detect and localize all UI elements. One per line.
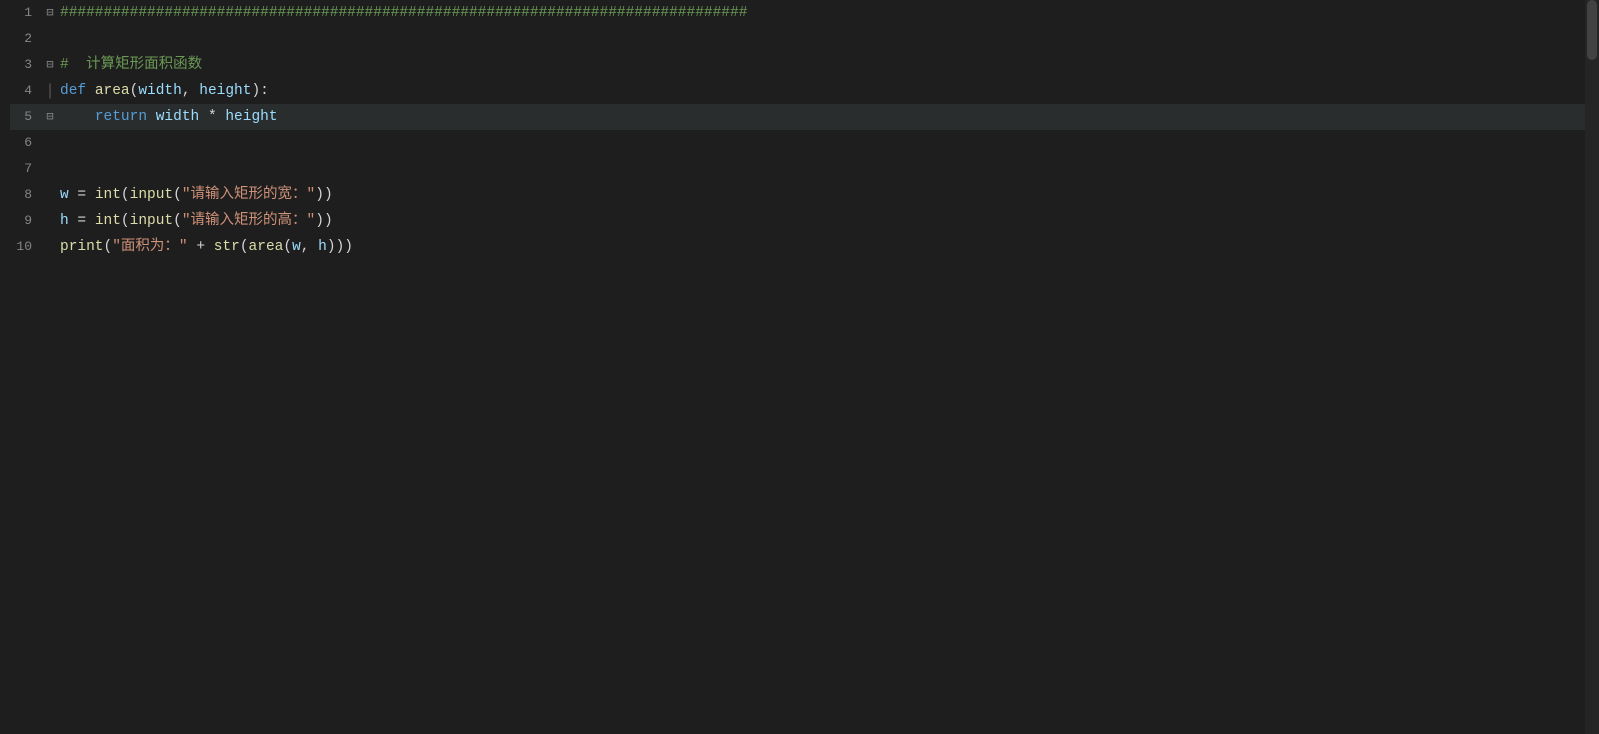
code-token: ( [173, 187, 182, 203]
code-token: ( [104, 239, 113, 255]
line-number: 8 [10, 182, 40, 208]
code-token: )) [315, 187, 332, 203]
code-token: height [225, 109, 277, 125]
code-line: 2 [10, 26, 1589, 52]
code-token: * [199, 109, 225, 125]
line-number: 6 [10, 130, 40, 156]
code-token: "面积为：" [112, 239, 187, 255]
code-token: ( [173, 213, 182, 229]
code-line: 6 [10, 130, 1589, 156]
code-token: height [199, 83, 251, 99]
code-line: 5⊟ return width * height [10, 104, 1589, 130]
line-number: 10 [10, 234, 40, 260]
scrollbar-track[interactable] [1585, 0, 1599, 734]
fold-icon[interactable]: ⊟ [46, 0, 53, 26]
code-token: w [292, 239, 301, 255]
code-token: input [130, 187, 174, 203]
code-token: h [60, 213, 69, 229]
code-token: = [69, 213, 95, 229]
code-token: , [182, 83, 199, 99]
code-token: ( [121, 213, 130, 229]
scrollbar-thumb[interactable] [1587, 0, 1597, 60]
line-code: def area(width, height): [60, 78, 1589, 104]
line-code: w = int(input("请输入矩形的宽：")) [60, 182, 1589, 208]
line-code: print("面积为：" + str(area(w, h))) [60, 234, 1589, 260]
code-token: w [60, 187, 69, 203]
code-token: "请输入矩形的高：" [182, 213, 315, 229]
code-token: ): [251, 83, 268, 99]
code-token: "请输入矩形的宽：" [182, 187, 315, 203]
code-token: area [249, 239, 284, 255]
line-code: # 计算矩形面积函数 [60, 52, 1589, 78]
line-number: 1 [10, 0, 40, 26]
code-token: ( [240, 239, 249, 255]
code-token [60, 109, 95, 125]
line-number: 7 [10, 156, 40, 182]
code-line: 8w = int(input("请输入矩形的宽：")) [10, 182, 1589, 208]
code-token: + [188, 239, 214, 255]
code-token: ########################################… [60, 5, 747, 21]
code-line: 1⊟ ######################################… [10, 0, 1589, 26]
code-token: = [69, 187, 95, 203]
code-token: # [60, 57, 86, 73]
line-code: return width * height [60, 104, 1589, 130]
code-token: def [60, 83, 86, 99]
line-code: ########################################… [60, 0, 1589, 26]
code-token: int [95, 187, 121, 203]
line-number: 9 [10, 208, 40, 234]
code-token: area [95, 83, 130, 99]
code-token: 计算矩形面积函数 [86, 57, 202, 73]
code-token: ))) [327, 239, 353, 255]
code-line: 3⊟ # 计算矩形面积函数 [10, 52, 1589, 78]
code-token: width [156, 109, 200, 125]
fold-icon[interactable]: ⊟ [46, 52, 53, 78]
code-line: 10print("面积为：" + str(area(w, h))) [10, 234, 1589, 260]
code-token: return [95, 109, 147, 125]
code-token [86, 83, 95, 99]
code-token: )) [315, 213, 332, 229]
line-number: 5 [10, 104, 40, 130]
code-area[interactable]: 1⊟######################################… [0, 0, 1599, 734]
code-token: ( [121, 187, 130, 203]
code-token: width [138, 83, 182, 99]
fold-icon[interactable]: | [45, 78, 55, 104]
fold-bot-icon: ⊟ [46, 104, 53, 130]
code-token: , [301, 239, 318, 255]
code-line: 9h = int(input("请输入矩形的高：")) [10, 208, 1589, 234]
line-code: h = int(input("请输入矩形的高：")) [60, 208, 1589, 234]
code-token: h [318, 239, 327, 255]
code-token [147, 109, 156, 125]
line-number: 3 [10, 52, 40, 78]
code-token: ( [283, 239, 292, 255]
code-token: input [130, 213, 174, 229]
code-line: 7 [10, 156, 1589, 182]
editor-container: 1⊟######################################… [0, 0, 1599, 734]
code-token: str [214, 239, 240, 255]
line-number: 4 [10, 78, 40, 104]
code-line: 4|def area(width, height): [10, 78, 1589, 104]
code-token: print [60, 239, 104, 255]
line-number: 2 [10, 26, 40, 52]
code-token: int [95, 213, 121, 229]
